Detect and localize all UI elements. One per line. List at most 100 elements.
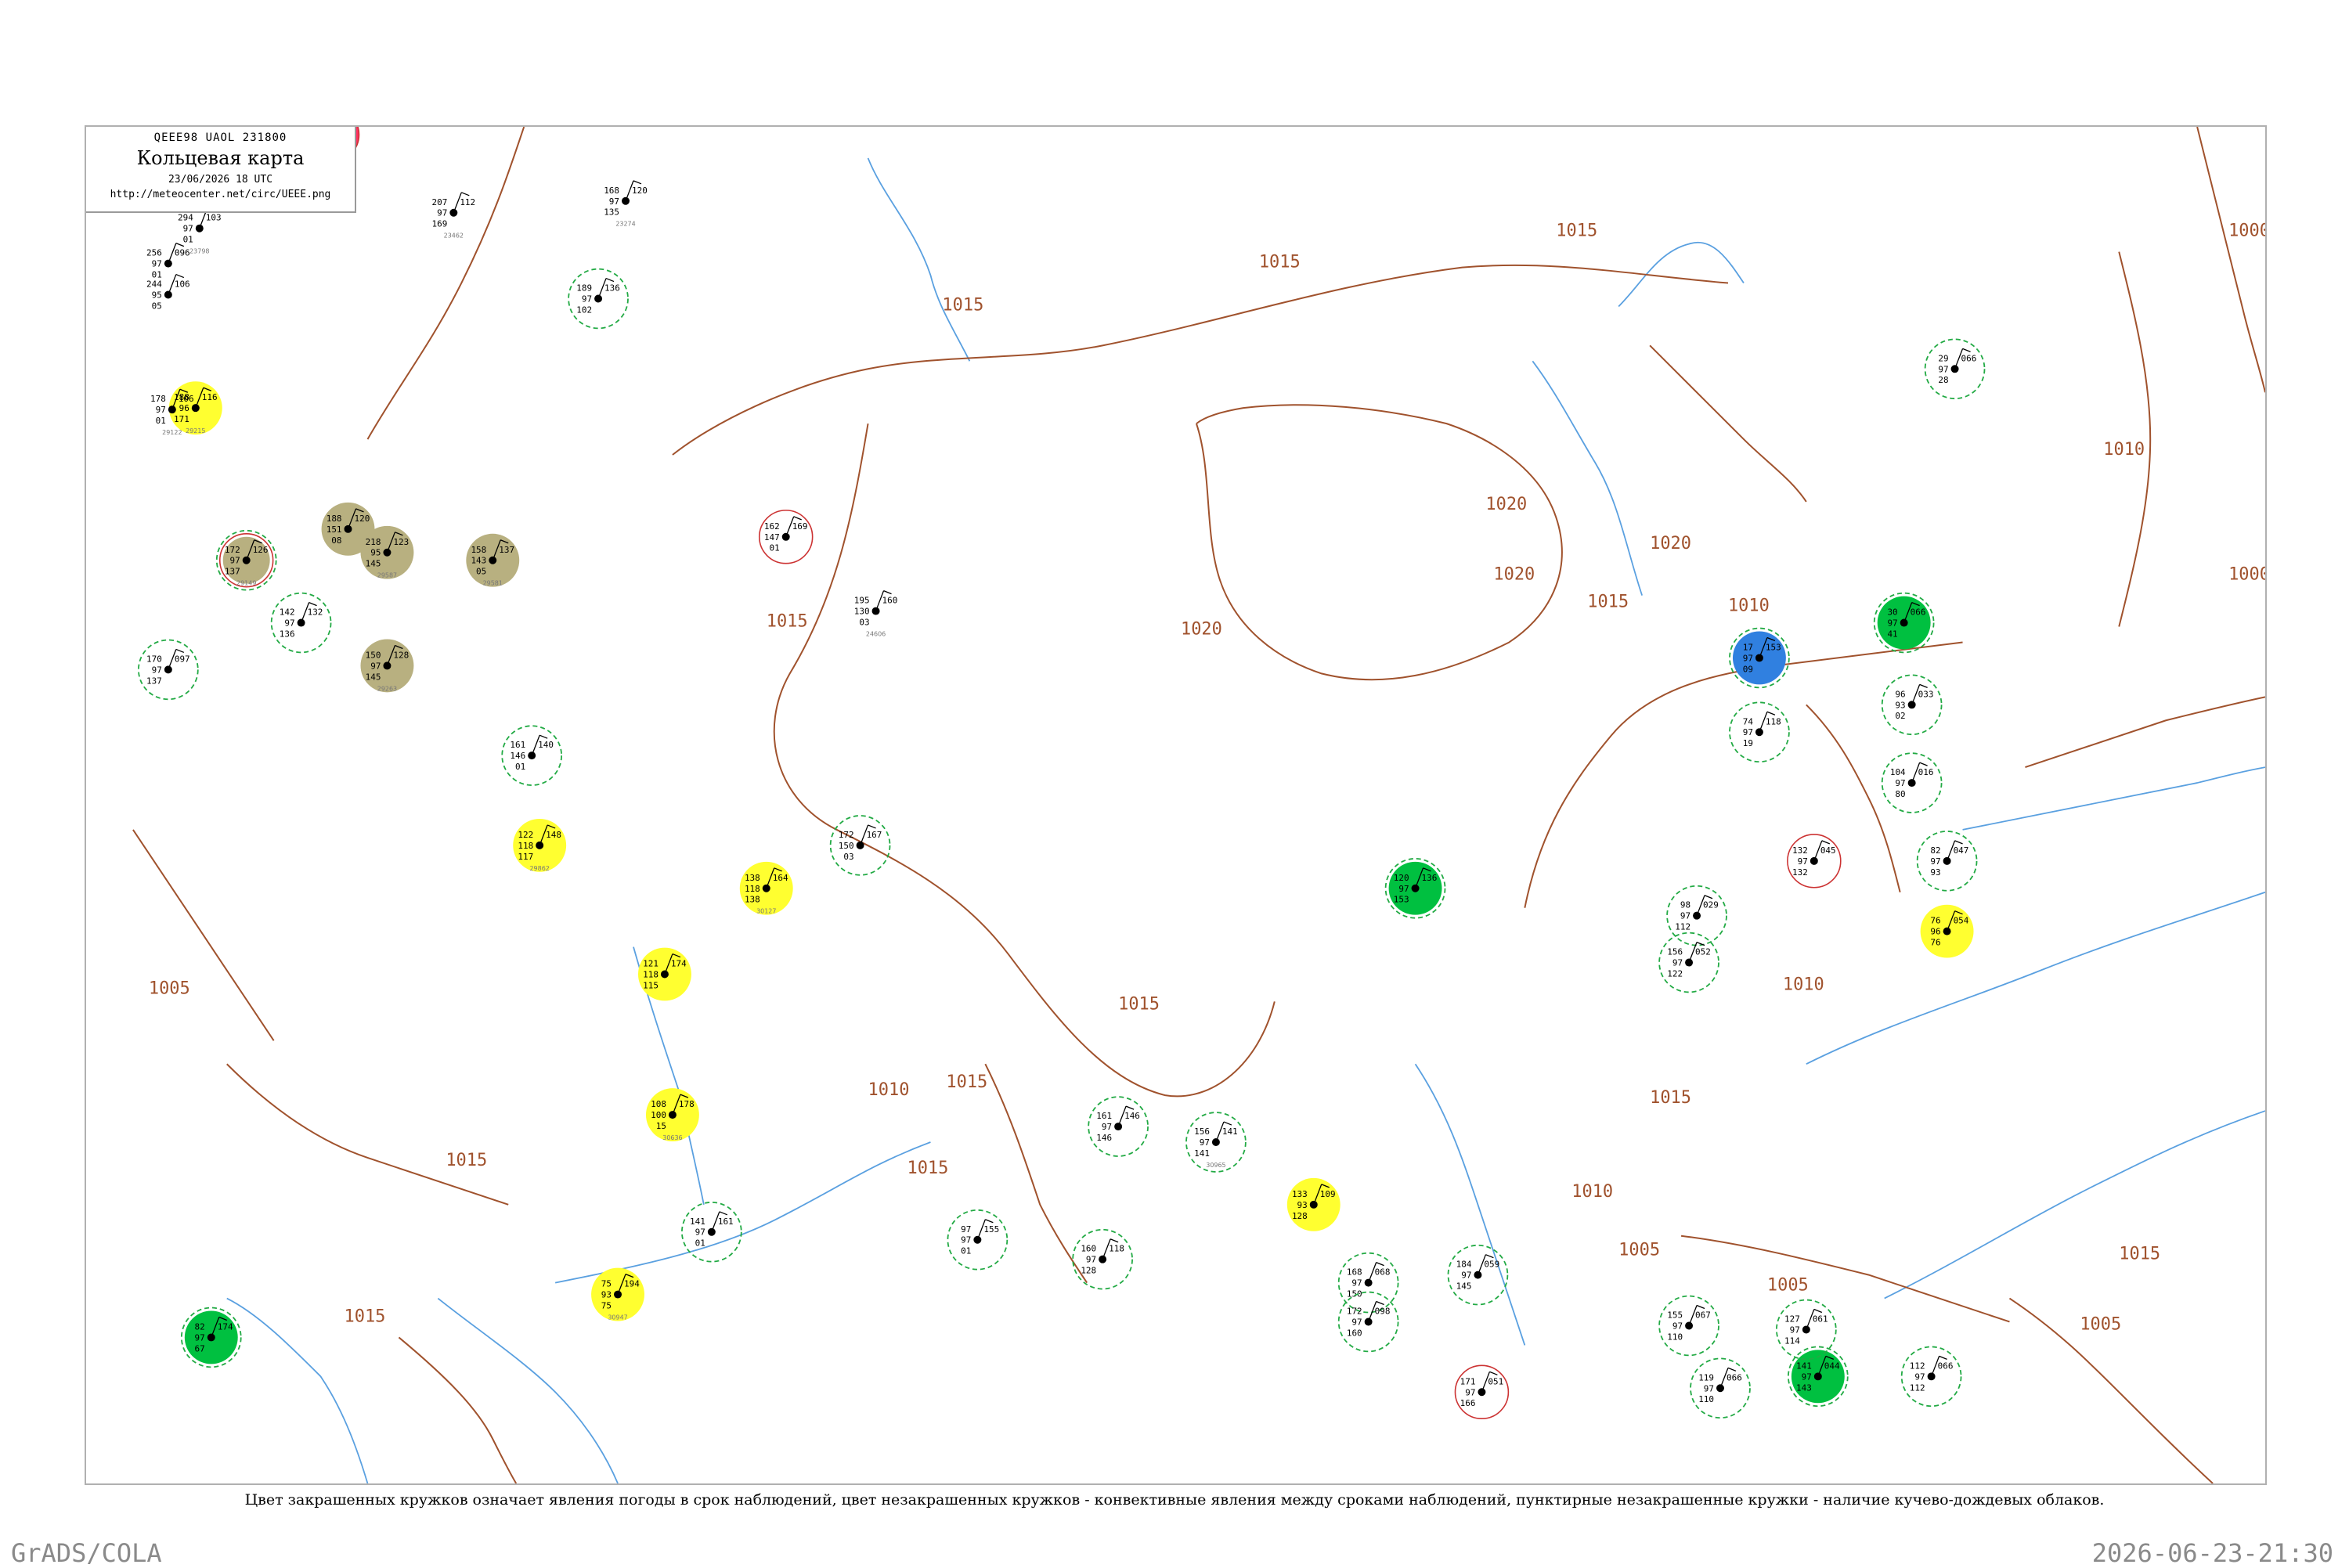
station-temperature: 96	[1895, 689, 1905, 699]
station-temperature: 29	[1938, 353, 1948, 363]
station-plot[interactable]: 97 1559701	[947, 1209, 1009, 1271]
isobar-label: 1010	[2103, 440, 2145, 460]
station-dewpoint: 102	[576, 305, 592, 315]
isobar-label: 1005	[1618, 1241, 1660, 1260]
station-plot[interactable]: 170 097 97137	[138, 639, 199, 701]
station-pressure: 098	[1375, 1307, 1391, 1317]
station-plot[interactable]: 162 169 14701	[758, 510, 814, 564]
station-visibility: 97	[437, 208, 447, 218]
isobar-line	[984, 1063, 1088, 1284]
station-plot[interactable]: 112 066 97112	[1900, 1346, 1962, 1408]
station-plot[interactable]: 155 067 97110	[1658, 1295, 1719, 1357]
station-dewpoint: 110	[1667, 1332, 1683, 1342]
source-url[interactable]: http://meteocenter.net/circ/UEEE.png	[86, 189, 355, 200]
station-temperature: 160	[1081, 1244, 1096, 1254]
station-visibility: 97	[183, 224, 193, 234]
station-index: 29215	[186, 427, 205, 434]
station-plot[interactable]: 218 123 95145 29587	[360, 525, 414, 579]
station-dewpoint: 01	[515, 762, 525, 772]
station-plot[interactable]: 30 066 9741	[1873, 592, 1935, 654]
station-visibility: 97	[1461, 1271, 1471, 1281]
station-plot[interactable]: 161 14697146	[1088, 1096, 1149, 1157]
station-temperature: 188	[327, 514, 342, 524]
station-plot[interactable]: 244 106 9505	[146, 273, 190, 312]
station-plot[interactable]: 158 137 14305 29581	[466, 533, 520, 587]
station-plot[interactable]: 138 164 118138 30127	[739, 861, 793, 915]
river	[1806, 891, 2265, 1065]
station-plot[interactable]: 121 174 118115	[637, 947, 691, 1001]
station-plot[interactable]: 132 045 97132	[1787, 834, 1842, 889]
station-dot	[449, 208, 458, 217]
station-plot[interactable]: 119 066 97110	[1690, 1357, 1751, 1419]
station-plot[interactable]: 184 059 97145	[1447, 1244, 1509, 1306]
station-plot[interactable]: 160 118 97128	[1072, 1228, 1133, 1290]
river	[867, 157, 971, 362]
station-plot[interactable]: 168 120 97135 23274	[604, 180, 648, 228]
station-plot[interactable]: 120 136 97153	[1384, 857, 1446, 919]
station-visibility: 97	[1351, 1317, 1362, 1327]
station-visibility: 97	[1672, 1321, 1683, 1331]
station-temperature: 119	[1698, 1372, 1714, 1382]
isobar-label: 1005	[2080, 1314, 2121, 1334]
station-dewpoint: 150	[1347, 1289, 1362, 1299]
station-visibility: 95	[152, 290, 162, 301]
isobar-label: 1020	[1650, 534, 1691, 553]
isobar-label: 1015	[946, 1072, 987, 1092]
station-plot[interactable]: 207 112 97169 23462	[432, 192, 476, 240]
river	[1962, 766, 2265, 831]
station-plot[interactable]: 82 047 9793	[1916, 831, 1978, 892]
station-plot[interactable]: 122 148 118117 29862	[513, 818, 567, 872]
station-plot[interactable]: 141 044 97143	[1787, 1346, 1849, 1408]
isobar-label: 1020	[1493, 565, 1535, 585]
station-plot[interactable]: 76 054 9676	[1920, 904, 1974, 958]
station-dewpoint: 75	[601, 1301, 612, 1311]
station-plot[interactable]: 256 0969701	[146, 243, 190, 280]
station-dot	[1943, 856, 1951, 865]
station-index: 23462	[444, 232, 464, 240]
station-plot[interactable]: 195 160 13003 24606	[854, 590, 898, 638]
station-visibility: 97	[961, 1235, 971, 1245]
station-temperature: 156	[1194, 1126, 1210, 1137]
station-plot[interactable]: 161 140 14601	[501, 725, 563, 786]
station-plot[interactable]: 17 153 9709	[1729, 627, 1790, 689]
station-plot[interactable]: 172 167 15003	[829, 815, 891, 876]
station-plot[interactable]: 172 098 97160	[1337, 1291, 1399, 1353]
station-plot[interactable]: 150 128 97145 29263	[360, 639, 414, 692]
station-plot[interactable]: 108 178 10015 30636	[645, 1088, 699, 1141]
station-plot[interactable]: 133 109 93128	[1286, 1177, 1340, 1231]
wind-barb-icon	[175, 273, 185, 279]
station-plot[interactable]: 96 033 9302	[1881, 674, 1943, 736]
station-pressure: 118	[1766, 716, 1781, 726]
station-plot[interactable]: 189 136 97102	[568, 268, 629, 330]
station-plot[interactable]: 74 118 9719	[1729, 701, 1790, 763]
station-plot[interactable]: 141 161 9701	[681, 1201, 742, 1263]
isobar-line	[1806, 704, 1901, 892]
station-pressure: 194	[624, 1279, 640, 1289]
station-visibility: 97	[1351, 1278, 1362, 1289]
station-dot	[622, 196, 630, 205]
station-plot[interactable]: 168 068 97150	[1337, 1252, 1399, 1314]
river	[1884, 1110, 2265, 1299]
isobar-line	[2025, 696, 2265, 769]
station-plot[interactable]: 127 061 97114	[1775, 1299, 1837, 1361]
station-temperature: 172	[839, 830, 854, 840]
station-plot[interactable]: 172 126 97137 29149	[215, 529, 277, 591]
station-visibility: 97	[1680, 911, 1690, 921]
station-plot[interactable]: 75 194 9375 30947	[591, 1267, 644, 1321]
station-visibility: 97	[195, 1332, 205, 1343]
station-pressure: 161	[718, 1217, 734, 1227]
station-plot[interactable]: 171 051 97166	[1454, 1364, 1510, 1419]
station-plot[interactable]: 29 066 9728	[1924, 338, 1986, 400]
wind-barb-icon	[1489, 1371, 1498, 1375]
station-index: 29581	[483, 580, 503, 587]
station-dewpoint: 114	[1784, 1336, 1800, 1346]
station-pressure: 148	[546, 830, 561, 840]
station-pressure: 066	[1938, 1361, 1954, 1371]
station-plot[interactable]: 82 174 9767	[180, 1307, 242, 1368]
station-dewpoint: 01	[695, 1238, 705, 1249]
station-plot[interactable]: 142 132 97136	[270, 592, 332, 654]
station-pressure: 112	[460, 197, 475, 207]
station-plot[interactable]: 188 1169617129215	[168, 381, 222, 434]
station-plot[interactable]: 104 016 9780	[1881, 752, 1943, 813]
station-plot[interactable]: 156 1419714130965	[1185, 1112, 1247, 1173]
